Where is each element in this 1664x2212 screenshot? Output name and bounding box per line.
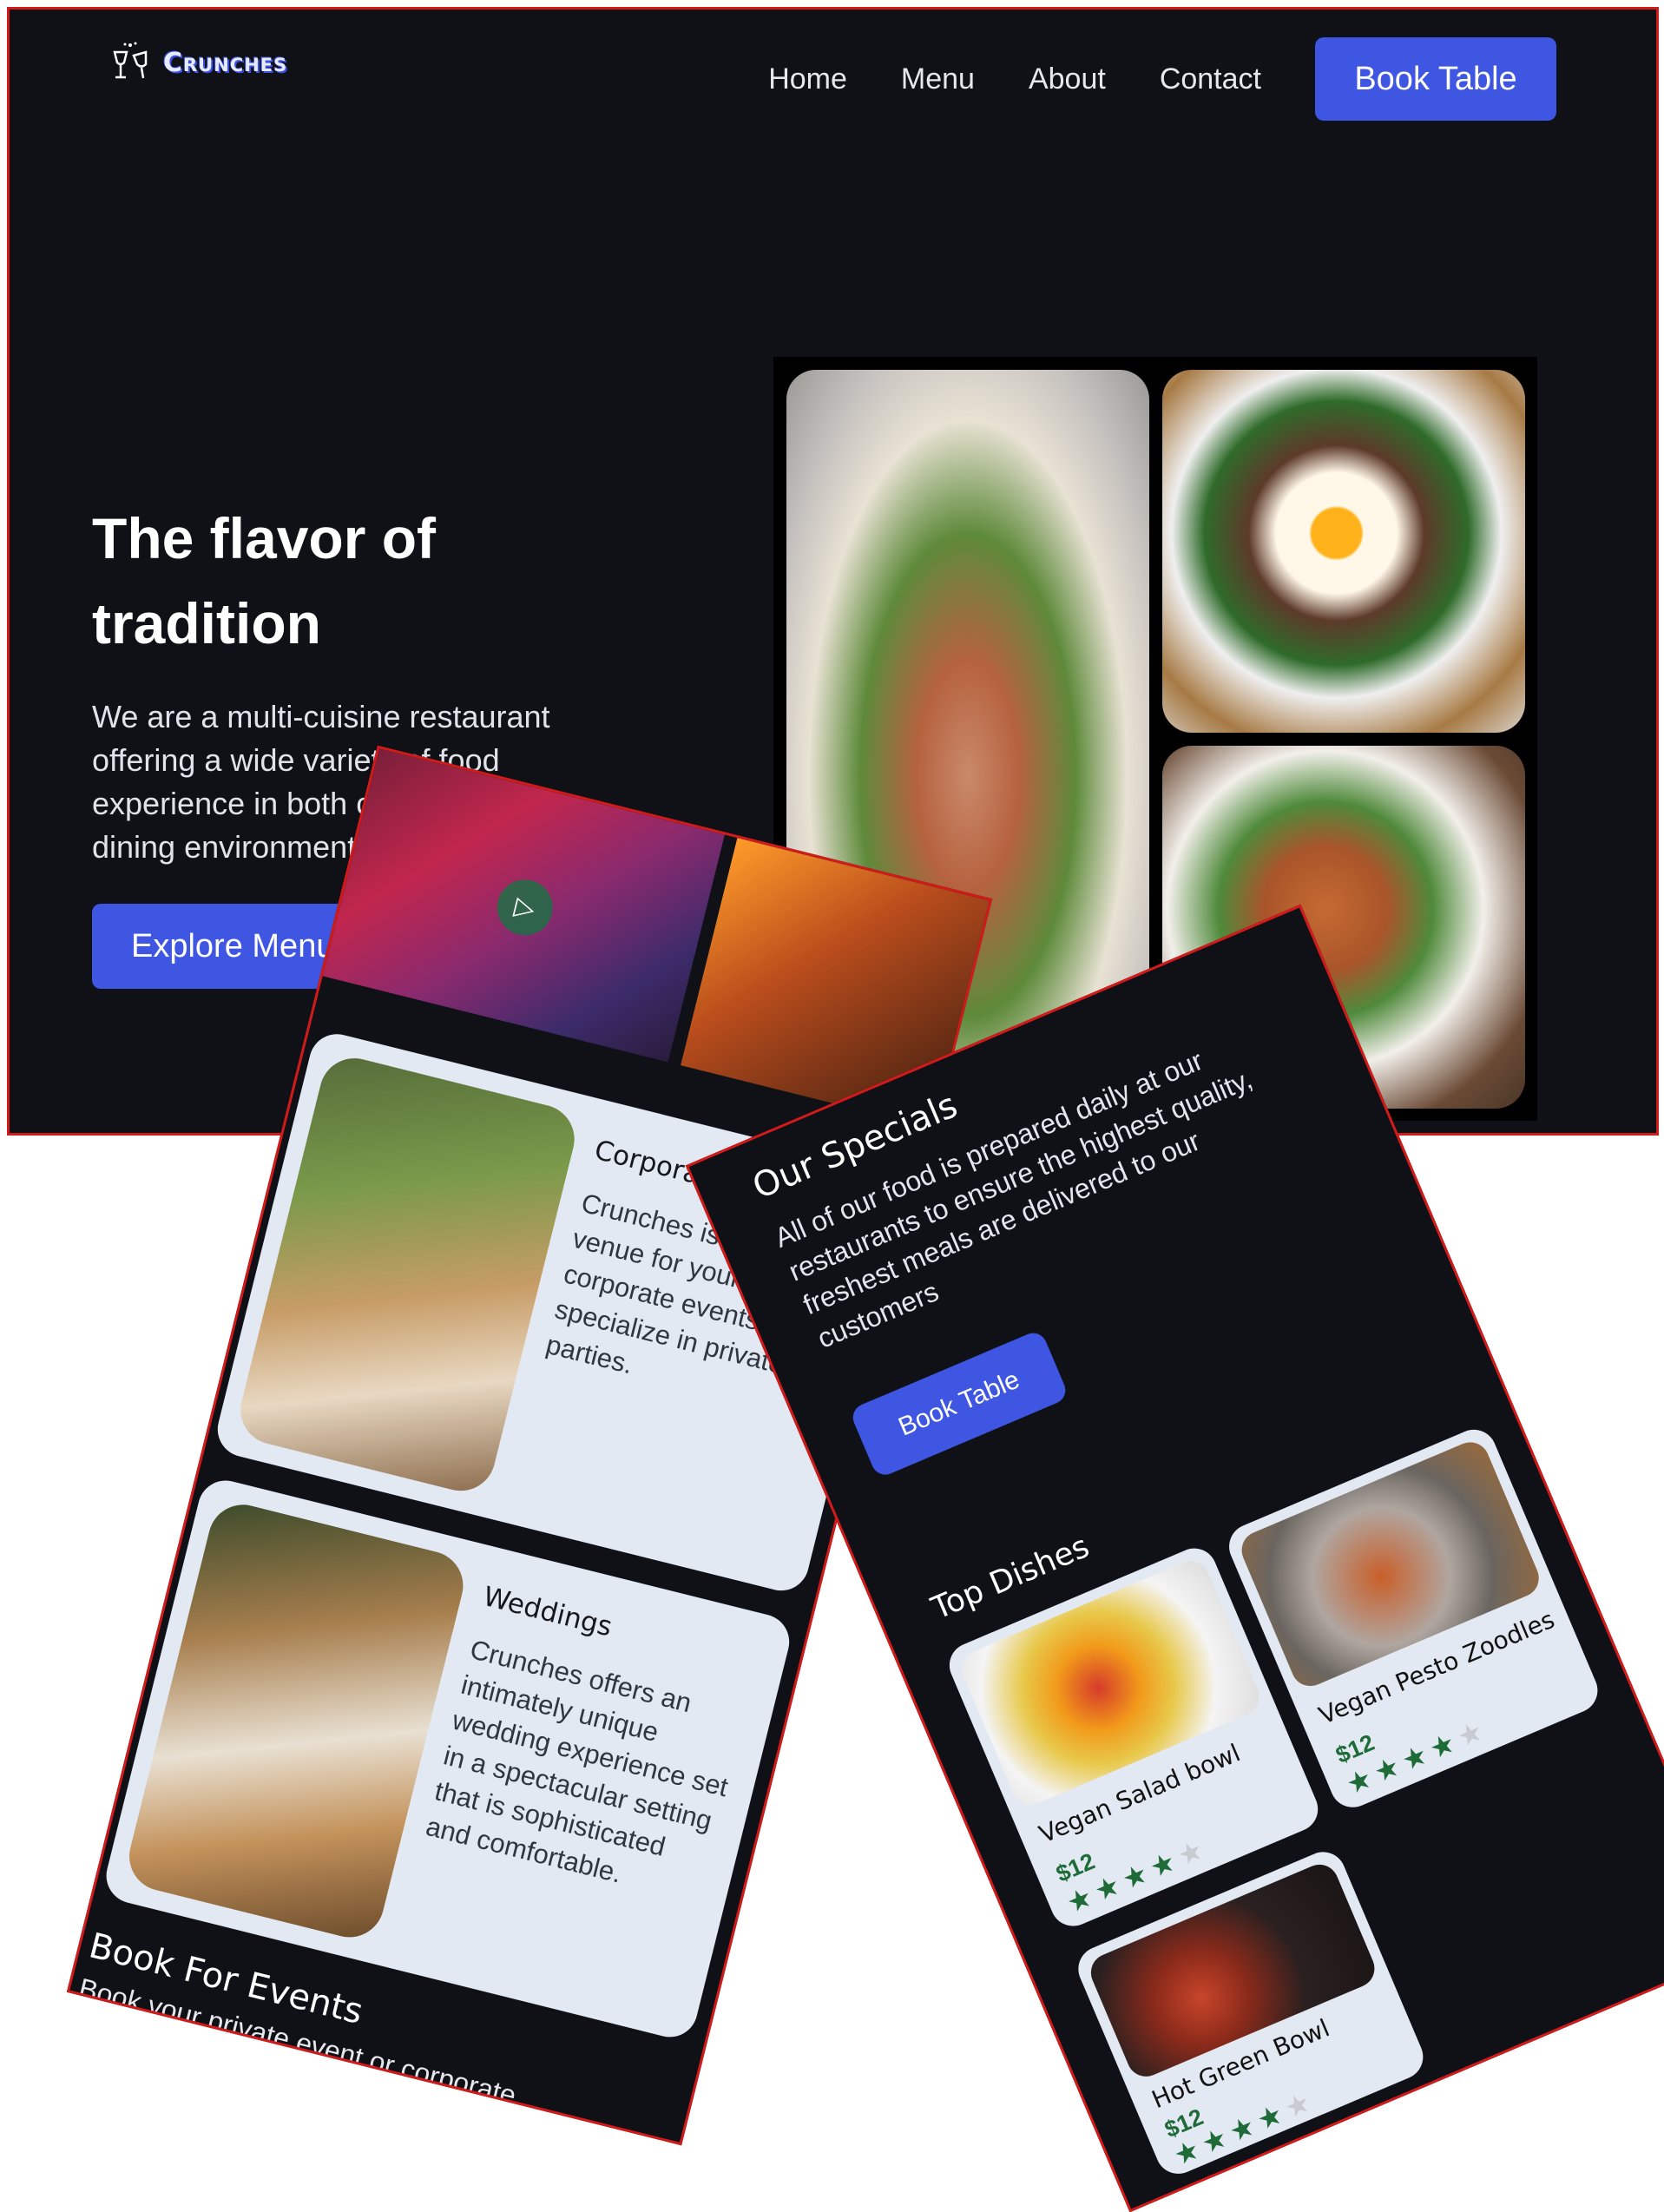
- nav-contact[interactable]: Contact: [1160, 63, 1261, 96]
- book-table-button[interactable]: Book Table: [848, 1328, 1070, 1479]
- hero-title: The flavor of tradition: [92, 506, 437, 655]
- nav-menu[interactable]: Menu: [901, 63, 975, 96]
- brand-name: Crunches: [163, 47, 288, 78]
- card-text: Crunches offers an intimately unique wed…: [423, 1634, 732, 1889]
- egg-bowl-image: [1162, 370, 1525, 733]
- weddings-image: [122, 1497, 470, 1945]
- brand-logo[interactable]: Crunches: [109, 40, 287, 85]
- main-nav: Home Menu About Contact Book Table: [768, 37, 1556, 121]
- card-title: Weddings: [480, 1580, 615, 1643]
- wine-glasses-icon: [113, 42, 148, 79]
- book-table-button[interactable]: Book Table: [1315, 37, 1556, 121]
- corporate-events-image: [233, 1050, 582, 1498]
- nav-about[interactable]: About: [1029, 63, 1106, 96]
- nav-home[interactable]: Home: [768, 63, 847, 96]
- play-icon[interactable]: ▷: [490, 873, 559, 942]
